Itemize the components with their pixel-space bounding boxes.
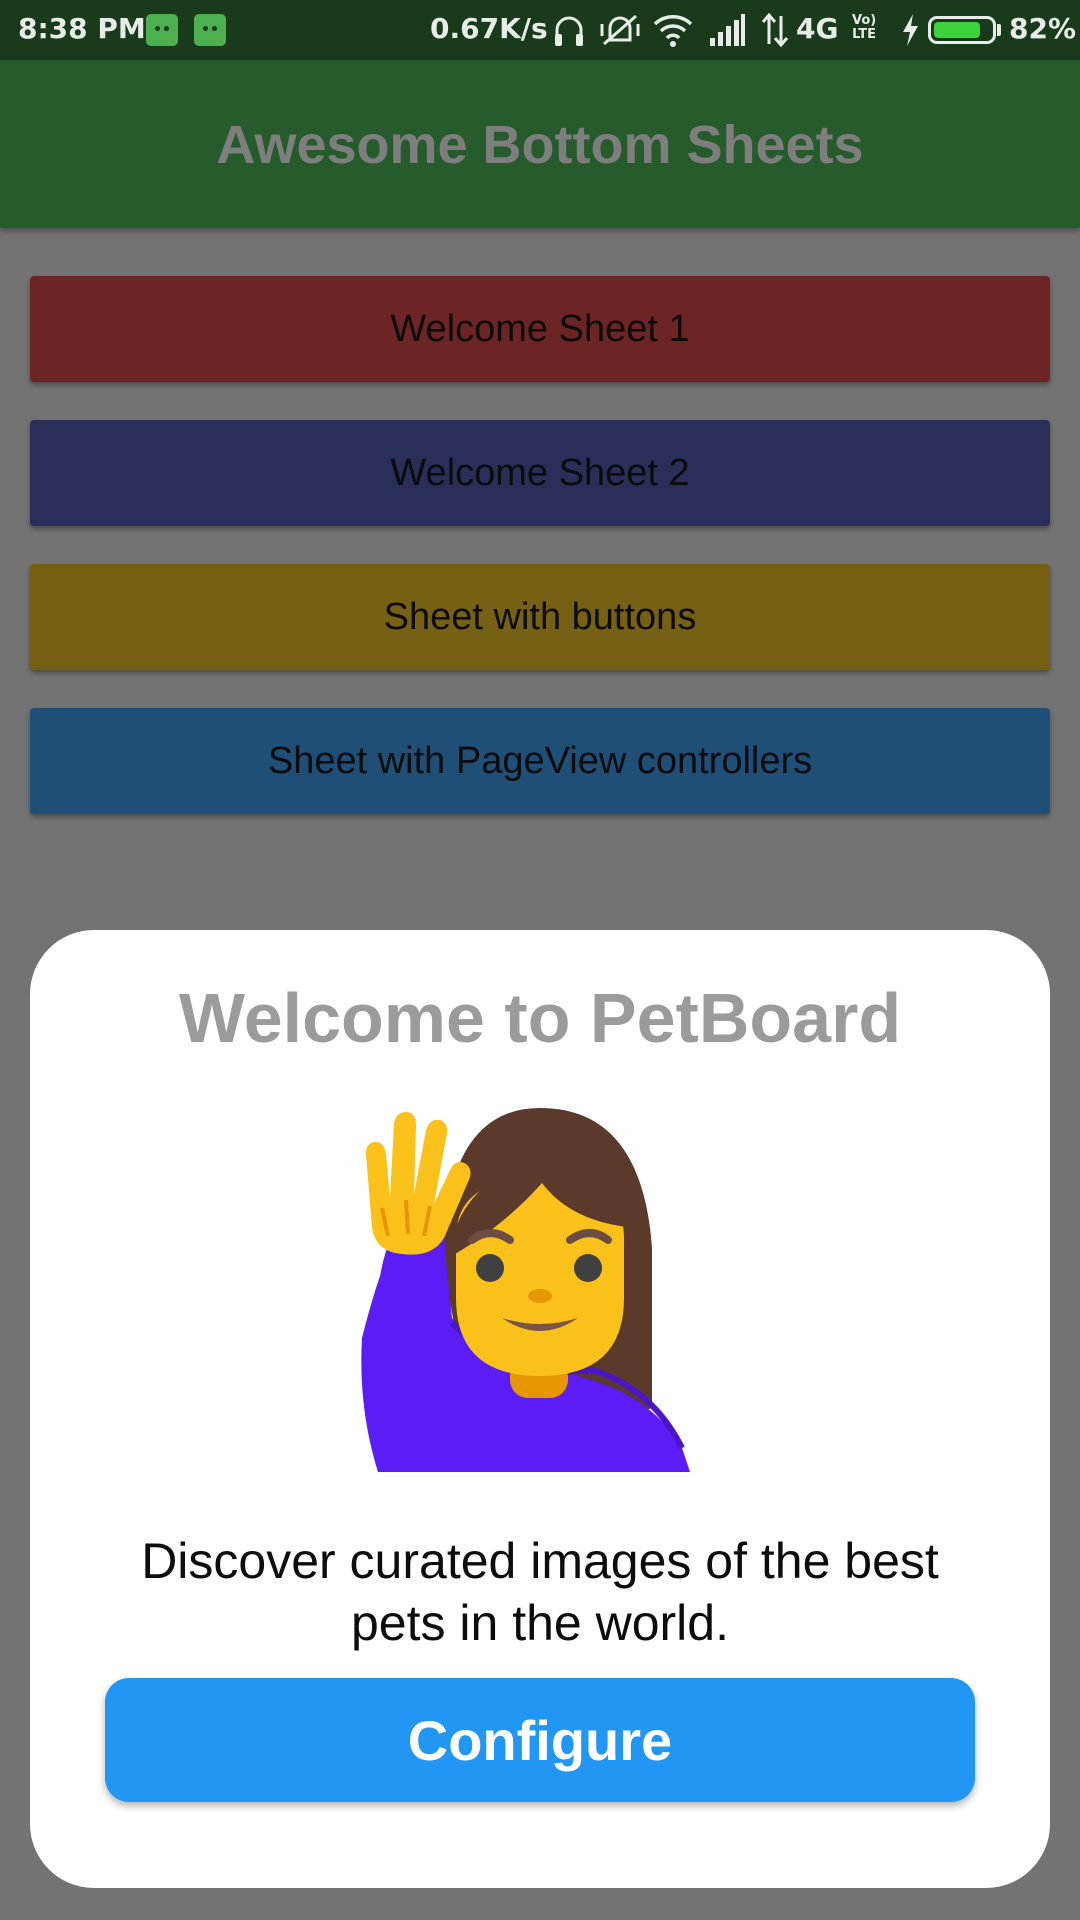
battery-tip	[997, 24, 1001, 36]
battery-percent: 82%	[1009, 12, 1077, 45]
app-notification-icon	[146, 14, 178, 46]
vibrate-off-icon	[600, 14, 640, 46]
welcome-sheet-1-button[interactable]: Welcome Sheet 1	[30, 276, 1050, 382]
sheet-with-pageview-button[interactable]: Sheet with PageView controllers	[30, 708, 1050, 814]
sheet-description: Discover curated images of the best pets…	[141, 1533, 939, 1651]
network-type: 4G	[796, 12, 839, 45]
data-arrows-icon	[761, 12, 789, 48]
status-time: 8:38 PM	[18, 12, 146, 45]
network-speed: 0.67K/s	[430, 12, 548, 45]
volte-icon: Vo) LTE	[852, 14, 876, 42]
app-bar: Awesome Bottom Sheets	[0, 60, 1080, 228]
bottom-sheet: Welcome to PetBoard Discover curated ima…	[30, 930, 1050, 1888]
charging-icon	[903, 14, 918, 46]
volte-line1: Vo)	[852, 13, 877, 28]
headphones-icon	[555, 16, 583, 46]
status-bar: 8:38 PM 0.67K/s 4G Vo) LTE 82%	[0, 0, 1080, 60]
wifi-icon	[653, 15, 693, 47]
battery-icon	[928, 16, 996, 44]
battery-fill	[934, 22, 980, 38]
app-notification-icon	[194, 14, 226, 46]
sheet-with-buttons-button[interactable]: Sheet with buttons	[30, 564, 1050, 670]
volte-line2: LTE	[852, 27, 877, 42]
configure-button[interactable]: Configure	[105, 1678, 975, 1802]
woman-raising-hand-emoji	[361, 1108, 690, 1472]
signal-icon	[710, 14, 745, 46]
app-title: Awesome Bottom Sheets	[216, 115, 864, 175]
welcome-sheet-2-button[interactable]: Welcome Sheet 2	[30, 420, 1050, 526]
sheet-title: Welcome to PetBoard	[178, 979, 902, 1057]
